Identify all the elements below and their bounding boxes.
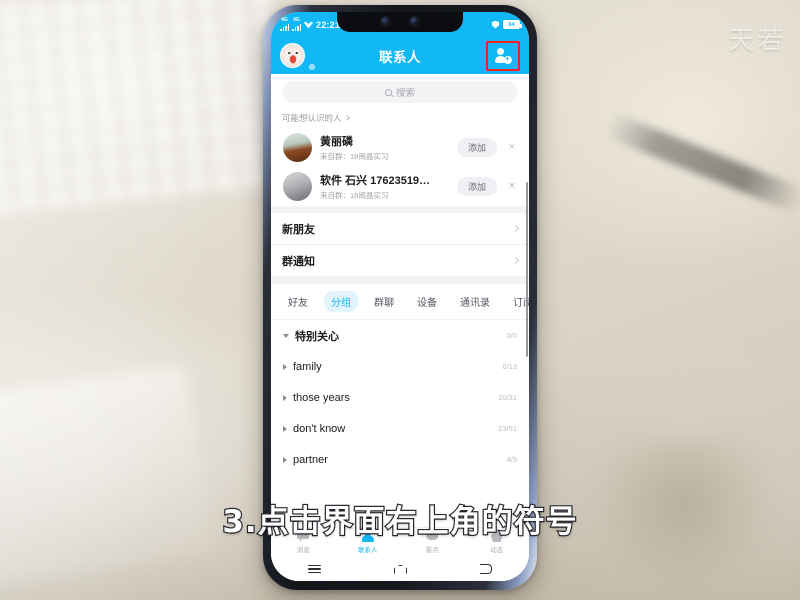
background-cup (590, 440, 780, 590)
tab-contacts[interactable]: 通讯录 (453, 291, 497, 312)
tab-friends[interactable]: 好友 (281, 291, 315, 312)
nav-item-messages[interactable]: 消息 (271, 530, 336, 554)
chevron-right-icon (283, 456, 287, 463)
close-icon[interactable]: × (505, 181, 519, 192)
group-name: partner (293, 453, 328, 466)
recommend-section-title: 可能想认识的人 (282, 113, 342, 123)
status-bar: 4G 4G 22:21 64 (271, 12, 529, 37)
chevron-right-icon (283, 394, 287, 401)
list-item[interactable]: partner 4/9 (271, 444, 529, 475)
phone-device: 4G 4G 22:21 64 联系人 + 搜索 可能想认识的人 黄丽磷 来自群：… (263, 5, 537, 590)
moments-icon (465, 530, 530, 543)
battery-icon: 64 (503, 20, 522, 29)
system-navigation-bar (271, 557, 529, 581)
contact-name: 软件 石兴 17623519… (320, 175, 431, 187)
signal-bars-icon-2 (292, 23, 301, 31)
background-notebook (0, 364, 213, 586)
group-count: 23/51 (498, 424, 517, 433)
tab-bar: 好友 分组 群聊 设备 通讯录 订阅 (271, 284, 529, 320)
nav-label: 看点 (425, 547, 439, 554)
phone-screen: 4G 4G 22:21 64 联系人 + 搜索 可能想认识的人 黄丽磷 来自群：… (271, 12, 529, 581)
group-list: 特别关心 0/0 family 6/13 those years 20/31 d… (271, 320, 529, 475)
list-item[interactable]: don't know 23/51 (271, 413, 529, 444)
list-item[interactable]: 特别关心 0/0 (271, 320, 529, 351)
nav-label: 消息 (296, 547, 310, 554)
message-icon (271, 530, 336, 543)
group-count: 6/13 (502, 362, 517, 371)
display-notch (337, 12, 463, 32)
menu-item-label: 新朋友 (282, 223, 315, 236)
app-content: 搜索 可能想认识的人 黄丽磷 来自群：18阅晶实习 添加 × 软件 石兴 176… (271, 74, 529, 581)
background-pen (602, 111, 800, 215)
home-icon[interactable] (393, 564, 407, 574)
chevron-right-icon (343, 115, 350, 121)
avatar[interactable] (280, 43, 305, 68)
search-input[interactable]: 搜索 (282, 81, 518, 103)
chevron-right-icon (511, 224, 520, 233)
signal-one: 4G (280, 18, 289, 31)
list-item[interactable]: those years 20/31 (271, 382, 529, 413)
nav-item-discover[interactable]: 看点 (400, 530, 465, 554)
front-camera-icon (381, 17, 390, 26)
contact-name: 黄丽磷 (320, 136, 353, 148)
chevron-right-icon (283, 425, 287, 432)
nav-item-contacts[interactable]: 联系人 (336, 530, 401, 554)
discover-icon (400, 530, 465, 543)
list-item[interactable]: family 6/13 (271, 351, 529, 382)
recommend-section-header[interactable]: 可能想认识的人 (271, 107, 529, 128)
contact-info: 黄丽磷 来自群：18阅晶实习 (320, 133, 449, 162)
contacts-icon (336, 530, 401, 543)
contact-source: 来自群：18阅晶实习 (320, 191, 389, 200)
add-friend-button[interactable]: 添加 (456, 138, 497, 157)
tab-devices[interactable]: 设备 (410, 291, 444, 312)
group-count: 4/9 (506, 455, 517, 464)
group-name: those years (293, 391, 350, 404)
tab-groups[interactable]: 分组 (324, 291, 358, 312)
highlight-box (486, 40, 520, 71)
wifi-icon (304, 21, 313, 29)
back-icon[interactable] (480, 564, 493, 574)
contact-info: 软件 石兴 17623519… 来自群：18阅晶实习 (320, 172, 449, 201)
add-friend-button[interactable]: 添加 (456, 177, 497, 196)
contact-source: 来自群：18阅晶实习 (320, 152, 389, 161)
add-contact-button[interactable]: + (486, 40, 520, 71)
background-keyboard (0, 0, 291, 216)
avatar-status-dot (309, 64, 315, 70)
contact-avatar (283, 172, 312, 201)
chevron-right-icon (511, 256, 520, 265)
nav-label: 动态 (490, 547, 504, 554)
menu-item-label: 群通知 (282, 255, 315, 268)
front-camera-secondary-icon (410, 17, 419, 26)
menu-item-group-notice[interactable]: 群通知 (271, 245, 529, 277)
contact-avatar (283, 133, 312, 162)
watermark: 天若 (727, 26, 786, 56)
signal-two: 4G (292, 18, 301, 31)
group-name: 特别关心 (295, 330, 339, 343)
list-item[interactable]: 黄丽磷 来自群：18阅晶实习 添加 × (271, 128, 529, 167)
menu-item-new-friends[interactable]: 新朋友 (271, 213, 529, 245)
scrollbar[interactable] (525, 182, 528, 357)
close-icon[interactable]: × (505, 142, 519, 153)
menu-icon[interactable] (307, 564, 321, 574)
search-placeholder: 搜索 (395, 88, 415, 99)
search-icon (384, 88, 392, 96)
section-divider (271, 277, 529, 284)
search-zone: 搜索 (271, 74, 529, 107)
bottom-navigation: 消息 联系人 看点 动态 (271, 527, 529, 557)
nav-item-moments[interactable]: 动态 (465, 530, 530, 554)
signal-bars-icon-1 (280, 23, 289, 31)
app-header: 联系人 + (271, 37, 529, 74)
group-name: family (293, 360, 322, 373)
tab-group-chat[interactable]: 群聊 (367, 291, 401, 312)
group-count: 20/31 (498, 393, 517, 402)
group-count: 0/0 (506, 331, 517, 340)
chevron-down-icon (283, 333, 289, 338)
nav-label: 联系人 (358, 547, 378, 554)
avatar-face (284, 48, 301, 64)
list-item[interactable]: 软件 石兴 17623519… 来自群：18阅晶实习 添加 × (271, 167, 529, 206)
section-divider (271, 206, 529, 213)
group-name: don't know (293, 422, 346, 435)
shield-icon (492, 20, 499, 29)
chevron-right-icon (283, 363, 287, 370)
